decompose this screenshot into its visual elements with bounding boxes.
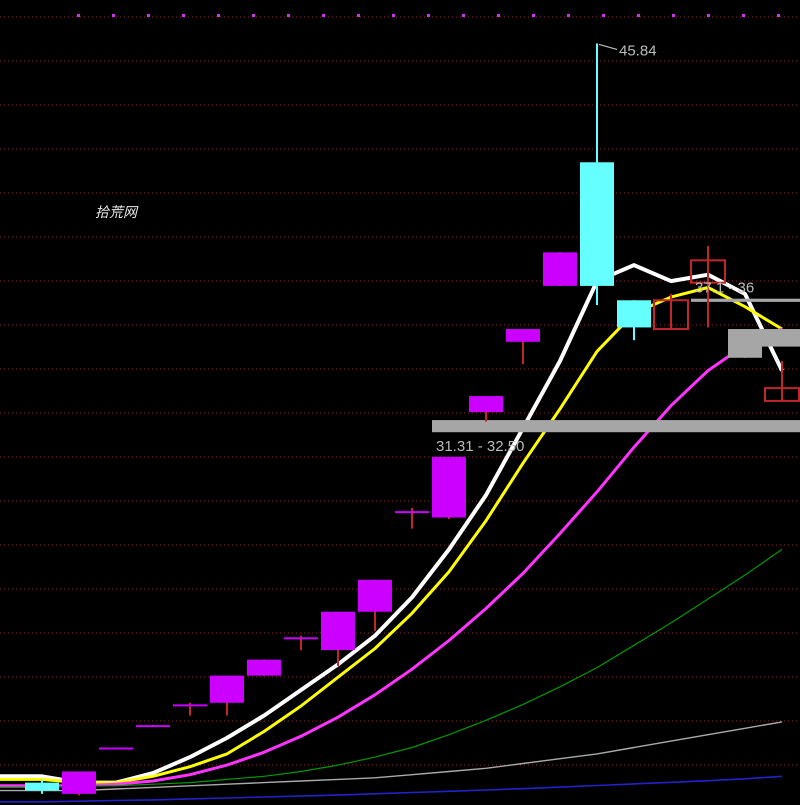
- top-dot: [672, 14, 675, 17]
- top-dot: [497, 14, 500, 17]
- moving-average-line-ma_fast: [0, 263, 784, 785]
- top-dot: [602, 14, 605, 17]
- zone-range-label: 37.1 - 36: [695, 280, 754, 297]
- top-dot: [77, 14, 80, 17]
- watermark-group: 拾荒网: [95, 205, 139, 221]
- candle-body: [506, 329, 540, 342]
- candle-body: [284, 637, 318, 640]
- candle-body: [173, 704, 207, 707]
- top-dot: [567, 14, 570, 17]
- candle-body: [136, 725, 170, 728]
- top-dot: [532, 14, 535, 17]
- high-price-label: 45.84: [619, 42, 657, 59]
- watermark-text: 拾荒网: [95, 205, 139, 221]
- candle-body: [210, 675, 244, 703]
- top-dot: [112, 14, 115, 17]
- candlestick-chart: 拾荒网 45.8431.31 - 32.5037.1 - 364: [0, 14, 800, 803]
- top-dot: [217, 14, 220, 17]
- top-dot: [707, 14, 710, 17]
- top-dot: [147, 14, 150, 17]
- candle-body: [358, 579, 392, 612]
- support-zone-bar: [432, 420, 800, 433]
- price-gridlines: [0, 16, 800, 766]
- candle-body: [543, 252, 577, 286]
- top-dot: [392, 14, 395, 17]
- candle-body: [321, 611, 355, 651]
- candle-body: [395, 511, 429, 514]
- top-dot: [322, 14, 325, 17]
- chart-labels: 45.8431.31 - 32.5037.1 - 364: [436, 42, 754, 455]
- high-marker-arrow: [598, 43, 618, 51]
- top-dot: [777, 14, 780, 17]
- candle-body: [99, 747, 133, 750]
- candle-body: [469, 396, 503, 413]
- top-dot: [637, 14, 640, 17]
- moving-average-line-ma_mid: [0, 286, 783, 785]
- candle-body: [62, 771, 96, 794]
- candles: [25, 43, 800, 796]
- moving-average-line-ma_slow: [0, 327, 783, 788]
- candle-body: [728, 337, 762, 358]
- candle-body: [580, 162, 614, 286]
- top-dot: [182, 14, 185, 17]
- candle-body: [25, 782, 59, 791]
- top-dot-row: [77, 14, 780, 17]
- top-dot: [287, 14, 290, 17]
- top-dot: [252, 14, 255, 17]
- top-dot: [742, 14, 745, 17]
- candle-body: [247, 659, 281, 676]
- top-dot: [357, 14, 360, 17]
- price-zones: [432, 298, 800, 433]
- candle-body: [617, 300, 651, 328]
- zone-range-label: 31.31 - 32.50: [436, 438, 524, 455]
- top-dot: [462, 14, 465, 17]
- top-dot: [427, 14, 430, 17]
- candle-body: [432, 456, 466, 518]
